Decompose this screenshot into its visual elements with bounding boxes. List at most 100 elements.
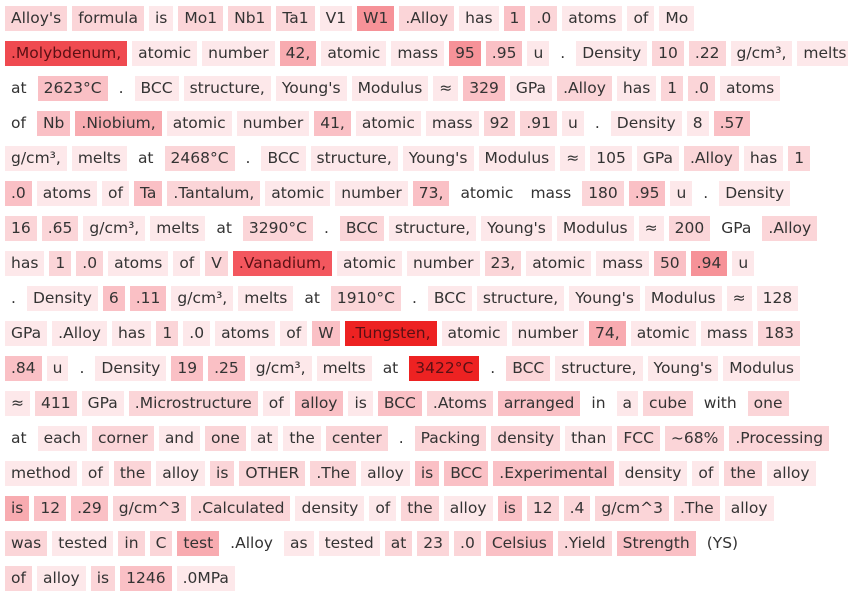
token: at: [5, 426, 33, 451]
token-line: method of the alloy is OTHER .The alloy is BCC .Ex…: [5, 461, 848, 496]
token: (YS): [700, 531, 745, 556]
token: .65: [41, 216, 79, 241]
token: of: [5, 111, 32, 136]
token: 128: [756, 286, 799, 311]
token: one: [204, 426, 246, 451]
token: .Processing: [729, 426, 830, 451]
token-line: has 1.0 atoms of V .Vanadium, atomic number 23, a…: [5, 251, 848, 286]
token: atomic: [630, 321, 696, 346]
token: melts: [71, 146, 127, 171]
token: .95: [628, 181, 666, 206]
token: of: [692, 461, 720, 486]
token: .: [405, 286, 423, 311]
token: .The: [310, 461, 357, 486]
token: W1: [357, 6, 395, 31]
token-line: at each corner and one at the center. Packing den…: [5, 426, 848, 461]
token: is: [348, 391, 373, 416]
token: center: [325, 426, 388, 451]
token: .Alloy: [399, 6, 455, 31]
token: at: [210, 216, 238, 241]
token: .25: [208, 356, 245, 381]
token: .Calculated: [191, 496, 291, 521]
token: 1: [49, 251, 72, 276]
token: a: [616, 391, 639, 416]
token: Modulus: [478, 146, 556, 171]
token: the: [283, 426, 321, 451]
token: .Niobium,: [75, 111, 162, 136]
token: .0MPa: [176, 566, 235, 591]
token: melts: [238, 286, 294, 311]
token: 23,: [484, 251, 522, 276]
token: is: [5, 496, 30, 521]
token: FCC: [617, 426, 660, 451]
token: Mo1: [178, 6, 224, 31]
token: .0: [183, 321, 211, 346]
token: alloy: [724, 496, 774, 521]
token: structure,: [555, 356, 643, 381]
token: GPa: [5, 321, 48, 346]
token: of: [81, 461, 109, 486]
token: 2623°C: [37, 76, 108, 101]
token: 200: [668, 216, 711, 241]
token: Modulus: [351, 76, 429, 101]
token: BCC: [134, 76, 179, 101]
token: of: [627, 6, 655, 31]
token: .11: [129, 286, 167, 311]
token: Density: [95, 356, 167, 381]
token: g/cm^3: [595, 496, 669, 521]
token-highlight-text: Alloy's formula is Mo1 Nb1 Ta1 V1 W1 .Alloy has 1.…: [0, 0, 848, 601]
token: Density: [26, 286, 98, 311]
token: .Alloy: [762, 216, 818, 241]
token: 2468°C: [164, 146, 235, 171]
token: structure,: [310, 146, 398, 171]
token: atoms: [108, 251, 169, 276]
token-line: Alloy's formula is Mo1 Nb1 Ta1 V1 W1 .Alloy has 1.…: [5, 6, 848, 41]
token: mass: [524, 181, 578, 206]
token: GPa: [81, 391, 124, 416]
token: .84: [5, 356, 42, 381]
token: .The: [673, 496, 720, 521]
token: at: [384, 531, 413, 556]
token: GPa: [509, 76, 553, 101]
token: of: [173, 251, 201, 276]
token: .: [588, 111, 606, 136]
token: alloy: [36, 566, 86, 591]
token: 42,: [279, 41, 317, 66]
token-line: .0 atoms of Ta .Tantalum, atomic number 73, atom…: [5, 181, 848, 216]
token: atomic: [166, 111, 232, 136]
token: ~68%: [664, 426, 725, 451]
token: at: [250, 426, 279, 451]
token: has: [459, 6, 499, 31]
token: .: [317, 216, 335, 241]
token: .: [5, 286, 22, 311]
token: has: [743, 146, 784, 171]
token: formula: [72, 6, 144, 31]
token: atoms: [215, 321, 276, 346]
token: 23: [417, 531, 450, 556]
token: .22: [688, 41, 726, 66]
token: Density: [719, 181, 791, 206]
token: g/cm³,: [171, 286, 234, 311]
token: .: [239, 146, 257, 171]
token-line: ≈411 GPa .Microstructure of alloy is BCC .Atoms…: [5, 391, 848, 426]
token: Nb: [36, 111, 71, 136]
token: melts: [316, 356, 372, 381]
token: is: [90, 566, 116, 591]
token: BCC: [377, 391, 422, 416]
token: 50: [653, 251, 686, 276]
token: Young's: [647, 356, 719, 381]
token: 411: [35, 391, 77, 416]
token: .Experimental: [493, 461, 614, 486]
token: .Alloy: [684, 146, 739, 171]
token-line: GPa .Alloy has 1.0 atoms of W .Tungsten, atomic n…: [5, 321, 848, 356]
token: than: [565, 426, 613, 451]
token: ≈: [5, 391, 30, 416]
token: number: [202, 41, 275, 66]
token-line: 16.65 g/cm³, melts at 3290°C. BCC structure, Yo…: [5, 216, 848, 251]
token: Packing: [414, 426, 487, 451]
token: structure,: [183, 76, 271, 101]
token: with: [697, 391, 743, 416]
token: is: [414, 461, 440, 486]
token: .91: [520, 111, 557, 136]
token: is: [149, 6, 174, 31]
